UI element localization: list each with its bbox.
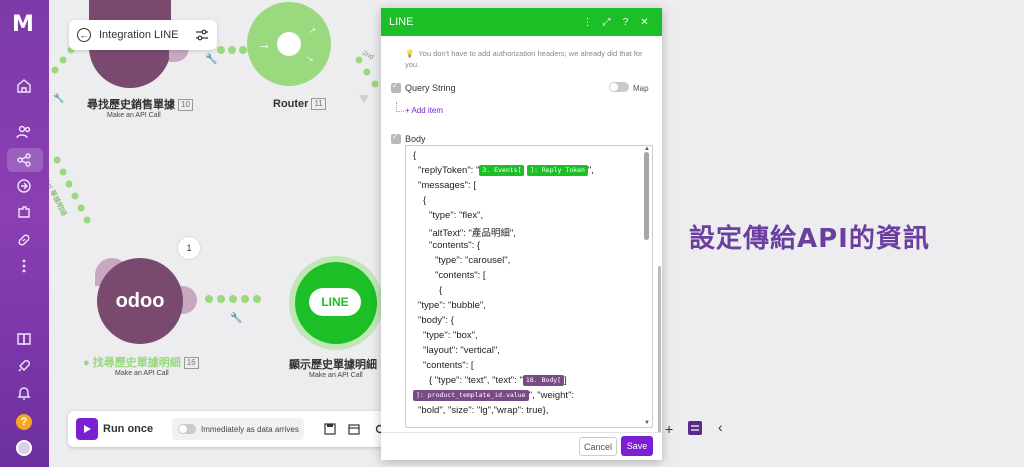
- node-sub: Make an API Call: [115, 370, 169, 377]
- team-icon[interactable]: [12, 120, 36, 144]
- body-editor[interactable]: { "replyToken": " 3. Events[ ]: Reply Tok…: [405, 145, 653, 428]
- code-line: "contents": [: [423, 360, 474, 371]
- code-line: "type": "flex",: [429, 210, 484, 221]
- connections-icon[interactable]: [12, 174, 36, 198]
- wrench-icon[interactable]: 🔧: [53, 93, 64, 104]
- code-line: "layout": "vertical",: [423, 345, 500, 356]
- bottom-toolbar: Run once Immediately as data arrives: [68, 411, 390, 447]
- toggle-switch[interactable]: [178, 424, 196, 434]
- line-logo: LINE: [309, 288, 361, 316]
- query-string-label: Query String: [405, 83, 456, 93]
- code-line: {: [439, 285, 443, 296]
- play-icon: [84, 425, 91, 433]
- scroll-down-icon[interactable]: ▼: [644, 420, 650, 426]
- line-module[interactable]: LINE: [295, 262, 377, 344]
- dialog-header: LINE ⋮ ⤢ ? ✕: [381, 8, 662, 36]
- code-line: {: [423, 195, 427, 206]
- close-icon[interactable]: ✕: [635, 17, 654, 28]
- help-icon[interactable]: ?: [616, 17, 635, 28]
- save-icon[interactable]: [324, 423, 336, 435]
- rocket-icon[interactable]: [12, 354, 36, 378]
- map-label: Map: [633, 84, 649, 93]
- auth-hint: 💡 You don't have to add authorization hea…: [405, 49, 643, 69]
- node-label: 尋找歷史銷售單據 10: [87, 96, 193, 112]
- query-string-checkbox[interactable]: [391, 81, 401, 93]
- code-line: "type": "box",: [423, 330, 478, 341]
- dialog-scrollbar[interactable]: [658, 266, 661, 432]
- plus-icon: +: [405, 106, 410, 115]
- code-line: "altText": "產品明細",: [429, 228, 516, 239]
- wrench-icon[interactable]: 🔧: [205, 54, 217, 65]
- cancel-button[interactable]: Cancel: [579, 437, 617, 456]
- docs-icon[interactable]: [12, 327, 36, 351]
- code-line: { "type": "text", "text": " 18. Body[]: [429, 375, 567, 386]
- mapping-pill: ]: product_template_id.value: [413, 390, 529, 401]
- dialog-body: 💡 You don't have to add authorization hea…: [381, 36, 662, 432]
- node-label: ● 找尋歷史單據明細 16: [83, 354, 199, 370]
- run-once-label[interactable]: Run once: [103, 423, 153, 435]
- expand-icon[interactable]: ⤢: [597, 17, 616, 28]
- run-once-button[interactable]: [76, 418, 98, 440]
- body-label: Body: [405, 134, 426, 144]
- back-arrow-icon[interactable]: ←: [77, 28, 91, 42]
- code-line: "body": {: [418, 315, 454, 326]
- code-line: "messages": [: [418, 180, 476, 191]
- dialog-title: LINE: [389, 16, 414, 28]
- node-sub: Make an API Call: [309, 372, 363, 379]
- node-sub: Make an API Call: [107, 112, 161, 119]
- operations-badge[interactable]: 1: [177, 236, 201, 260]
- odoo-logo: odoo: [115, 290, 165, 312]
- make-logo[interactable]: M: [12, 12, 38, 37]
- immediately-toggle[interactable]: Immediately as data arrives: [172, 418, 304, 440]
- immediately-label: Immediately as data arrives: [201, 424, 299, 434]
- code-line: "contents": {: [429, 240, 481, 251]
- odoo-module-search-details[interactable]: odoo: [97, 258, 183, 344]
- collapse-icon[interactable]: ‹: [718, 419, 723, 435]
- code-line: "contents": [: [435, 270, 486, 281]
- node-label: Router 11: [273, 98, 326, 111]
- code-line: {: [413, 150, 417, 161]
- node-label: 顯示歷史單據明細: [289, 359, 377, 371]
- mapping-pill: 18. Body[: [522, 375, 565, 386]
- code-line: "type": "bubble",: [418, 300, 486, 311]
- code-line: "replyToken": " 3. Events[ ]: Reply Token…: [418, 165, 594, 176]
- help-icon[interactable]: ?: [16, 414, 32, 430]
- link-icon[interactable]: [12, 228, 36, 252]
- code-line: "bold", "size": "lg","wrap": true},: [418, 405, 549, 416]
- scenario-name[interactable]: Integration LINE: [99, 29, 187, 41]
- apps-icon[interactable]: [12, 200, 36, 224]
- home-icon[interactable]: [12, 74, 36, 98]
- bell-icon[interactable]: [12, 381, 36, 405]
- tree-line: [396, 102, 404, 112]
- tune-icon[interactable]: [195, 29, 209, 41]
- wrench-icon[interactable]: 🔧: [230, 313, 242, 324]
- avatar[interactable]: [16, 440, 32, 456]
- router-module[interactable]: → → →: [247, 2, 331, 86]
- scenarios-icon[interactable]: [12, 148, 36, 172]
- mapping-pill: ]: Reply Token: [527, 165, 588, 176]
- left-sidebar: M ?: [0, 0, 49, 467]
- mapping-pill: 3. Events[: [479, 165, 525, 176]
- more-icon[interactable]: ⋮: [578, 17, 597, 28]
- editor-scrollbar[interactable]: [644, 152, 649, 240]
- dialog-footer: Cancel Save: [381, 432, 662, 460]
- annotation-text: 設定傳給API的資訊: [685, 218, 938, 255]
- add-icon[interactable]: +: [665, 421, 673, 437]
- save-button[interactable]: Save: [621, 436, 653, 456]
- scenario-title-box: ← Integration LINE: [69, 20, 217, 50]
- code-line: "type": "carousel",: [435, 255, 511, 266]
- line-module-dialog: LINE ⋮ ⤢ ? ✕ 💡 You don't have to add auth…: [381, 8, 662, 460]
- code-line: ]: product_template_id.value ", "weight":: [413, 390, 574, 401]
- add-item-button[interactable]: + Add item: [405, 106, 443, 115]
- map-toggle[interactable]: [609, 82, 629, 92]
- notes-icon[interactable]: [688, 421, 702, 435]
- lightbulb-icon: 💡: [405, 49, 415, 58]
- body-checkbox[interactable]: [391, 132, 401, 144]
- more-icon[interactable]: [12, 254, 36, 278]
- scheduling-icon[interactable]: [348, 423, 360, 435]
